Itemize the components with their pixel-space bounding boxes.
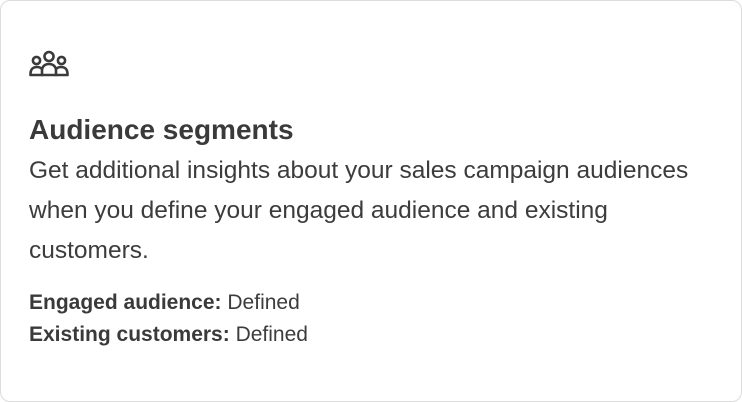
engaged-audience-status: Engaged audience: Defined (29, 287, 308, 319)
audience-segments-card: Audience segments Get additional insight… (0, 0, 742, 402)
engaged-audience-label: Engaged audience: (29, 291, 222, 314)
engaged-audience-value: Defined (227, 291, 300, 314)
existing-customers-label: Existing customers: (29, 323, 230, 346)
existing-customers-value: Defined (235, 323, 308, 346)
group-people-icon (28, 48, 70, 80)
segment-status-list: Engaged audience: Defined Existing custo… (29, 287, 308, 351)
card-description: Get additional insights about your sales… (29, 157, 689, 264)
existing-customers-status: Existing customers: Defined (29, 319, 308, 351)
card-title: Audience segments (29, 114, 294, 145)
